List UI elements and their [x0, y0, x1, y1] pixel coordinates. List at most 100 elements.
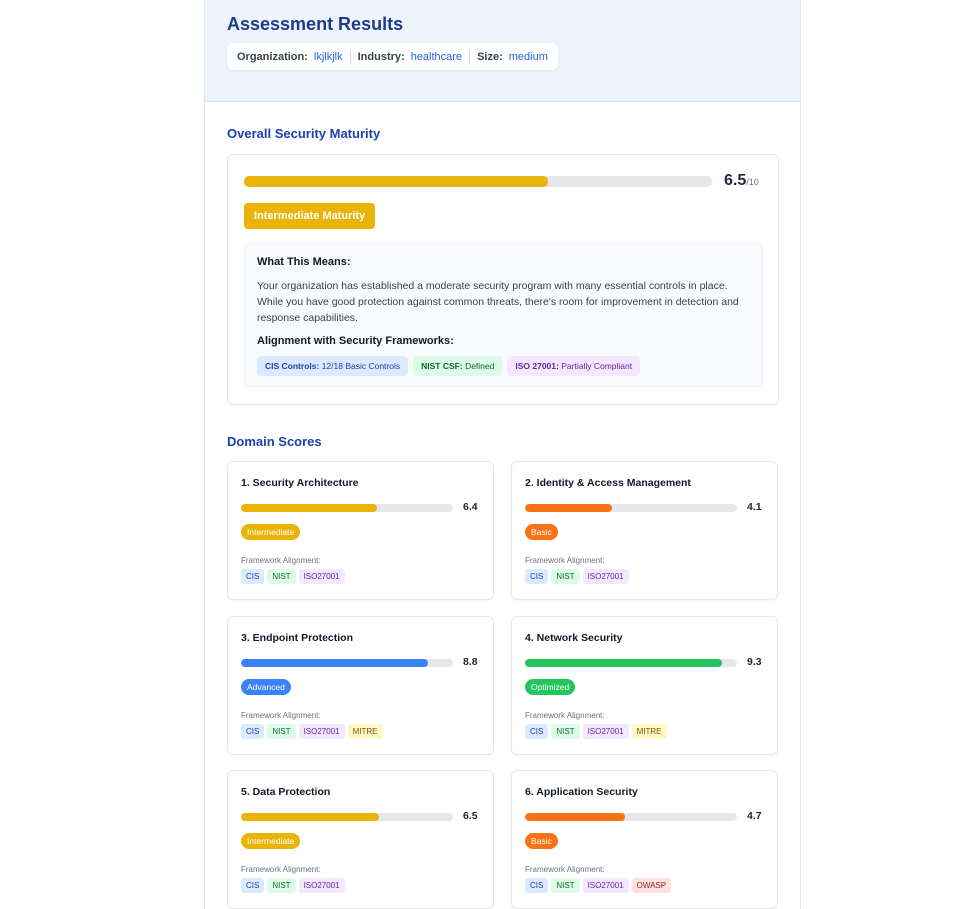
domain-score-bar-fill — [241, 813, 379, 821]
framework-pill-name: NIST CSF: — [421, 361, 463, 371]
framework-tag: CIS — [525, 724, 549, 739]
domain-score-bar-fill — [241, 504, 377, 512]
divider — [469, 49, 471, 64]
domain-score-bar-fill — [525, 813, 625, 821]
domain-score-bar — [525, 813, 737, 821]
overall-score: 6.5/10 — [724, 172, 759, 190]
framework-tags: CIS NIST ISO27001 — [241, 569, 345, 584]
domain-name: 2. Identity & Access Management — [525, 477, 691, 489]
domain-card: 3. Endpoint Protection 8.8 Advanced Framewo… — [227, 616, 494, 755]
framework-pill-name: CIS Controls: — [265, 361, 320, 371]
framework-alignment-label: Framework Alignment: — [525, 556, 605, 565]
domain-score-bar — [241, 659, 453, 667]
framework-tag: ISO27001 — [582, 878, 629, 893]
framework-tags: CIS NIST ISO27001 — [525, 569, 629, 584]
maturity-explanation: What This Means: Your organization has e… — [244, 243, 763, 387]
framework-tag: ISO27001 — [298, 878, 345, 893]
framework-alignment-label: Framework Alignment: — [241, 711, 321, 720]
size-value: medium — [508, 50, 548, 63]
results-panel: Assessment Results Organization: lkjlkjl… — [204, 0, 801, 909]
overall-score-max: /10 — [746, 177, 759, 187]
domain-score-bar-fill — [241, 659, 428, 667]
organization-info-bar: Organization: lkjlkjlk Industry: healthc… — [227, 43, 558, 70]
domain-name: 6. Application Security — [525, 786, 638, 798]
framework-pill-value: Defined — [465, 361, 495, 371]
domain-score: 8.8 — [463, 656, 478, 668]
domain-scores-title: Domain Scores — [227, 434, 322, 449]
domain-name: 4. Network Security — [525, 632, 623, 644]
framework-tags: CIS NIST ISO27001 OWASP — [525, 878, 672, 893]
domain-level-badge: Advanced — [241, 679, 291, 695]
framework-tag: MITRE — [631, 724, 667, 739]
domain-card: 2. Identity & Access Management 4.1 Basic F… — [511, 461, 778, 600]
overall-maturity-card: 6.5/10 Intermediate Maturity What This M… — [227, 154, 779, 405]
domain-score-bar — [241, 813, 453, 821]
domain-score-bar — [241, 504, 453, 512]
domain-name: 3. Endpoint Protection — [241, 632, 353, 644]
framework-pill-nist: NIST CSF: Defined — [413, 356, 503, 376]
framework-tag: CIS — [525, 878, 549, 893]
domain-name: 5. Data Protection — [241, 786, 331, 798]
framework-tag: ISO27001 — [298, 724, 345, 739]
framework-tag: MITRE — [347, 724, 383, 739]
framework-pill-iso: ISO 27001: Partially Compliant — [507, 356, 641, 376]
framework-tag: CIS — [241, 569, 265, 584]
domain-score-bar — [525, 504, 737, 512]
framework-tags: CIS NIST ISO27001 MITRE — [525, 724, 667, 739]
maturity-level-badge: Intermediate Maturity — [244, 203, 376, 229]
framework-tag: ISO27001 — [582, 724, 629, 739]
domain-score: 4.7 — [747, 810, 762, 822]
domain-level-badge: Basic — [525, 524, 558, 540]
divider — [349, 49, 351, 64]
organization-label: Organization: — [237, 50, 308, 63]
domain-level-badge: Optimized — [525, 679, 576, 695]
framework-alignment-label: Framework Alignment: — [241, 865, 321, 874]
page: Assessment Results Organization: lkjlkjl… — [0, 0, 960, 909]
domain-card: 4. Network Security 9.3 Optimized Framework… — [511, 616, 778, 755]
framework-tags: CIS NIST ISO27001 — [241, 878, 345, 893]
framework-tag: OWASP — [631, 878, 672, 893]
framework-pills: CIS Controls: 12/18 Basic Controls NIST … — [257, 356, 641, 376]
framework-tag: CIS — [525, 569, 549, 584]
framework-tag: NIST — [267, 878, 296, 893]
domain-score-bar-fill — [525, 659, 723, 667]
framework-tag: NIST — [551, 569, 580, 584]
what-this-means-text: Your organization has established a mode… — [257, 280, 739, 324]
domain-name: 1. Security Architecture — [241, 477, 359, 489]
domain-level-badge: Intermediate — [241, 833, 301, 849]
domain-level-badge: Intermediate — [241, 524, 301, 540]
framework-pill-value: 12/18 Basic Controls — [321, 361, 401, 371]
industry-value: healthcare — [410, 50, 463, 63]
domain-card: 1. Security Architecture 6.4 Intermediate F… — [227, 461, 494, 600]
domain-score: 6.5 — [463, 810, 478, 822]
domain-score: 4.1 — [747, 501, 762, 513]
framework-alignment-label: Framework Alignment: — [525, 865, 605, 874]
size-label: Size: — [477, 50, 503, 63]
framework-pill-cis: CIS Controls: 12/18 Basic Controls — [257, 356, 409, 376]
framework-tag: NIST — [551, 724, 580, 739]
page-title: Assessment Results — [227, 14, 404, 34]
framework-pill-value: Partially Compliant — [561, 361, 633, 371]
industry-label: Industry: — [357, 50, 405, 63]
framework-alignment-heading: Alignment with Security Frameworks: — [257, 335, 454, 347]
domain-score: 9.3 — [747, 656, 762, 668]
framework-alignment-label: Framework Alignment: — [525, 711, 605, 720]
framework-tag: NIST — [267, 724, 296, 739]
framework-tag: CIS — [241, 878, 265, 893]
domain-card: 5. Data Protection 6.5 Intermediate Framewo… — [227, 770, 494, 909]
framework-tag: ISO27001 — [582, 569, 629, 584]
framework-alignment-label: Framework Alignment: — [241, 556, 321, 565]
domain-score-bar-fill — [525, 504, 612, 512]
framework-tag: NIST — [267, 569, 296, 584]
overall-score-bar-fill — [244, 176, 549, 187]
framework-tag: NIST — [551, 878, 580, 893]
overall-score-bar — [244, 176, 712, 187]
domain-card: 6. Application Security 4.7 Basic Framework… — [511, 770, 778, 909]
framework-pill-name: ISO 27001: — [515, 361, 559, 371]
results-header: Assessment Results Organization: lkjlkjl… — [205, 0, 800, 102]
domain-level-badge: Basic — [525, 833, 558, 849]
framework-tag: ISO27001 — [298, 569, 345, 584]
overall-section-title: Overall Security Maturity — [227, 126, 381, 141]
domain-score: 6.4 — [463, 501, 478, 513]
domain-score-bar — [525, 659, 737, 667]
